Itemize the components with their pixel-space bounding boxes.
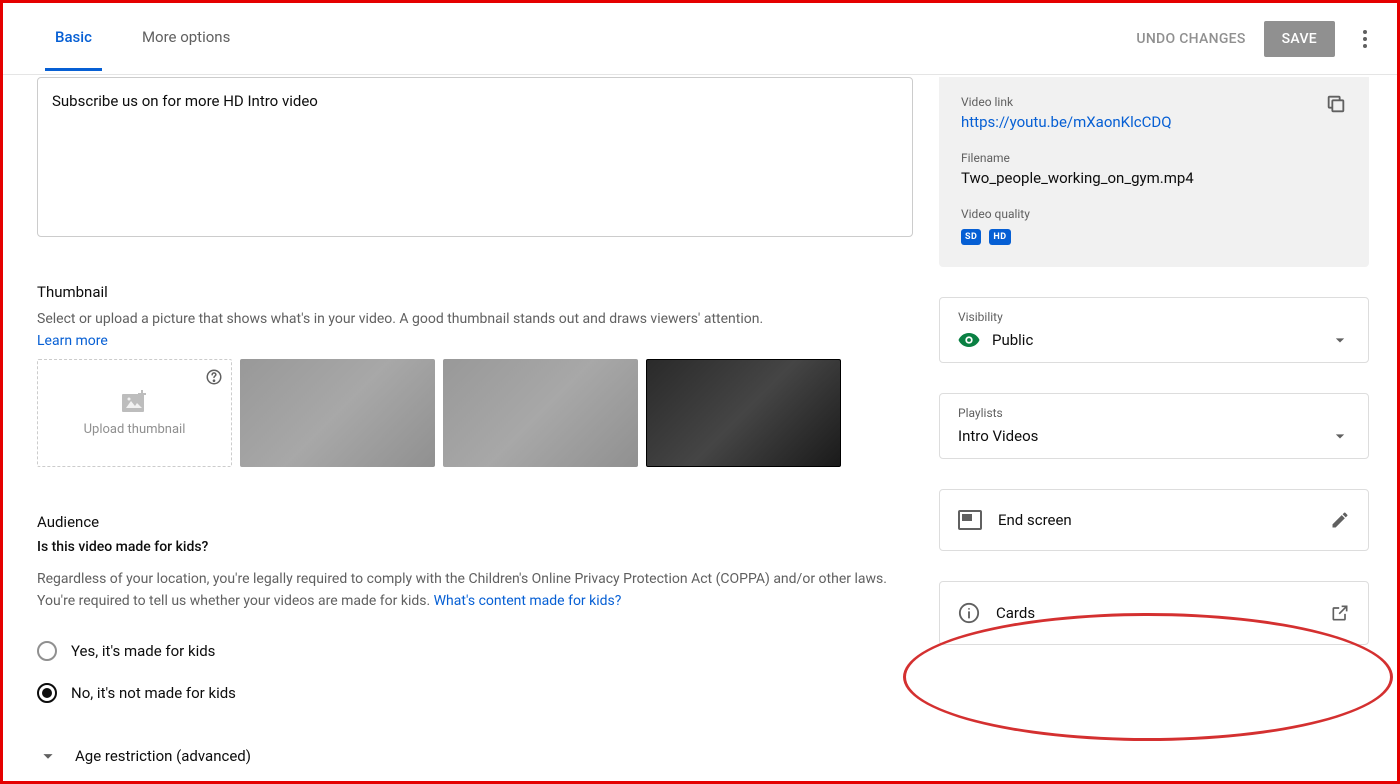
audience-question: Is this video made for kids? [37,539,913,555]
filename-label: Filename [961,151,1347,165]
image-add-icon [122,390,148,412]
undo-changes-button[interactable]: UNDO CHANGES [1136,31,1245,47]
info-icon [958,602,980,624]
thumbnail-learn-more-link[interactable]: Learn more [37,333,913,349]
visibility-dropdown[interactable]: Visibility Public [939,297,1369,363]
chevron-down-icon [1330,330,1350,350]
description-textarea[interactable]: Subscribe us on for more HD Intro video [37,77,913,237]
copy-link-icon[interactable] [1325,93,1347,115]
end-screen-icon [958,510,982,530]
filename-value: Two_people_working_on_gym.mp4 [961,169,1347,187]
thumbnail-title: Thumbnail [37,283,913,301]
pencil-icon [1330,510,1350,530]
video-link[interactable]: https://youtu.be/mXaonKlcCDQ [961,113,1347,131]
end-screen-card[interactable]: End screen [939,489,1369,551]
video-quality-label: Video quality [961,207,1347,221]
hd-badge: HD [989,229,1010,245]
thumbnail-desc: Select or upload a picture that shows wh… [37,309,913,329]
playlists-dropdown[interactable]: Playlists Intro Videos [939,393,1369,459]
upload-thumbnail-label: Upload thumbnail [84,422,186,437]
age-restriction-expand[interactable]: Age restriction (advanced) [37,745,913,767]
public-eye-icon [958,333,980,347]
thumbnail-option-1[interactable] [240,359,435,467]
audience-radio-group: Yes, it's made for kids No, it's not mad… [37,641,913,703]
thumbnail-row: Upload thumbnail [37,359,913,467]
thumbnail-option-3-selected[interactable] [646,359,841,467]
chevron-down-icon [37,745,59,767]
header-bar: Basic More options UNDO CHANGES SAVE [3,3,1397,75]
audience-title: Audience [37,513,913,531]
more-options-icon[interactable] [1353,27,1377,51]
open-external-icon [1330,603,1350,623]
thumbnail-option-2[interactable] [443,359,638,467]
tab-more-options[interactable]: More options [132,6,240,71]
radio-not-made-for-kids[interactable]: No, it's not made for kids [37,683,913,703]
upload-thumbnail-button[interactable]: Upload thumbnail [37,359,232,467]
sd-badge: SD [961,229,981,245]
chevron-down-icon [1330,426,1350,446]
header-actions: UNDO CHANGES SAVE [1136,21,1377,57]
tab-basic[interactable]: Basic [45,6,102,71]
tabs: Basic More options [45,6,240,71]
video-info-card: Video link https://youtu.be/mXaonKlcCDQ … [939,77,1369,267]
radio-made-for-kids[interactable]: Yes, it's made for kids [37,641,913,661]
cards-card[interactable]: Cards [939,581,1369,645]
video-link-label: Video link [961,95,1347,109]
save-button[interactable]: SAVE [1264,21,1335,57]
audience-desc: Regardless of your location, you're lega… [37,569,913,612]
help-icon[interactable] [205,368,223,386]
coppa-learn-link[interactable]: What's content made for kids? [434,593,622,609]
